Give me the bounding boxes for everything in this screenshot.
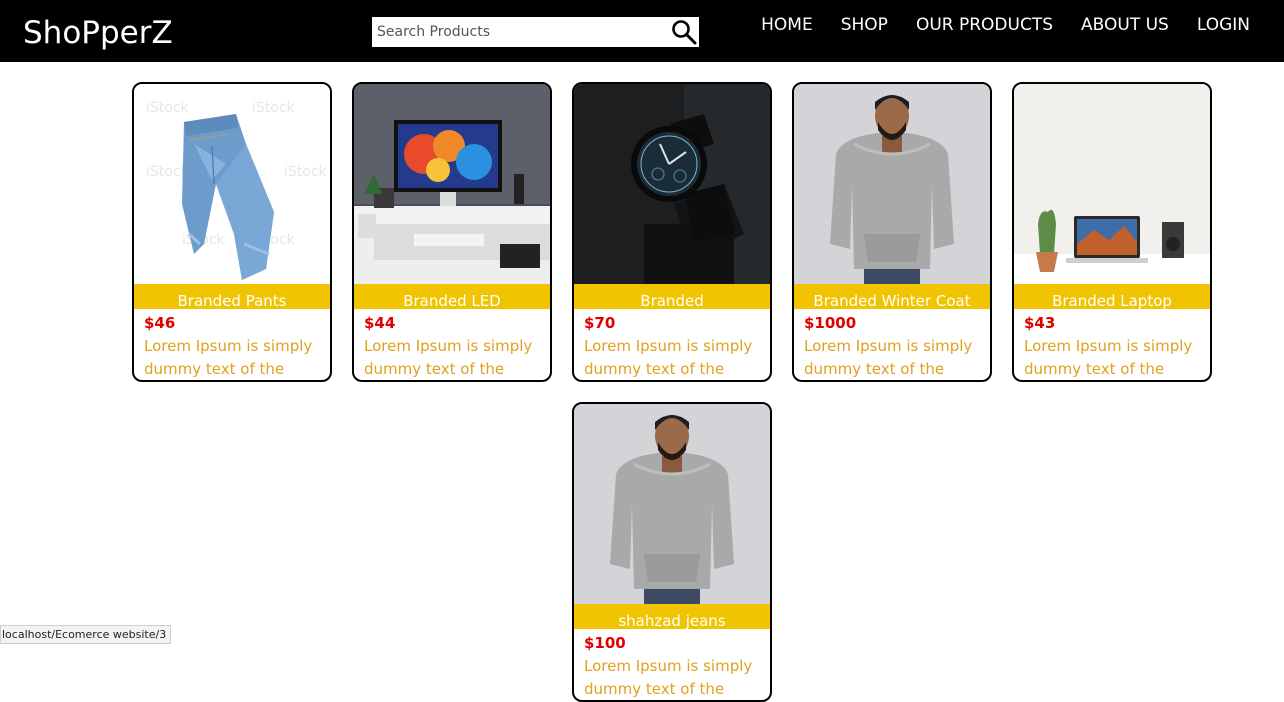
monitor-desk-image[interactable] xyxy=(354,84,550,284)
product-title: Branded Winter Coat xyxy=(794,284,990,309)
product-card[interactable]: Branded LED $44 Lorem Ipsum is simply du… xyxy=(352,82,552,382)
search-input[interactable] xyxy=(372,17,664,47)
product-description: Lorem Ipsum is simply dummy text of the xyxy=(1024,337,1193,378)
product-title: Branded Laptop xyxy=(1014,284,1210,309)
product-title: Branded Pants xyxy=(134,284,330,309)
product-description: Lorem Ipsum is simply dummy text of the xyxy=(584,337,753,378)
product-card[interactable]: Branded Winter Coat $1000 Lorem Ipsum is… xyxy=(792,82,992,382)
product-card[interactable]: iStockiStock iStockiStock iStockiStock B… xyxy=(132,82,332,382)
product-card[interactable]: Branded $70 Lorem Ipsum is simply dummy … xyxy=(572,82,772,382)
product-price: $44 xyxy=(364,314,396,332)
product-card[interactable]: Branded Laptop $43 Lorem Ipsum is simply… xyxy=(1012,82,1212,382)
product-price: $70 xyxy=(584,314,616,332)
nav-our-products[interactable]: OUR PRODUCTS xyxy=(916,14,1053,36)
navbar: ShoPperZ HOME SHOP OUR PRODUCTS ABOUT US… xyxy=(0,0,1284,62)
product-title: Branded xyxy=(574,284,770,309)
jeans-image[interactable]: iStockiStock iStockiStock iStockiStock xyxy=(134,84,330,284)
hoodie-man-image[interactable] xyxy=(574,404,770,604)
nav-shop[interactable]: SHOP xyxy=(841,14,888,36)
svg-text:iStock: iStock xyxy=(146,100,190,116)
product-price: $46 xyxy=(144,314,176,332)
svg-text:iStock: iStock xyxy=(284,164,328,180)
nav-about-us[interactable]: ABOUT US xyxy=(1081,14,1169,36)
hoodie-man-image[interactable] xyxy=(794,84,990,284)
product-description: Lorem Ipsum is simply dummy text of the xyxy=(804,337,973,378)
nav-links: HOME SHOP OUR PRODUCTS ABOUT US LOGIN xyxy=(733,14,1250,36)
nav-login[interactable]: LOGIN xyxy=(1197,14,1250,36)
brand-logo[interactable]: ShoPperZ xyxy=(23,14,173,52)
product-description: Lorem Ipsum is simply dummy text of the xyxy=(364,337,533,378)
search-icon[interactable] xyxy=(671,19,697,45)
watch-image[interactable] xyxy=(574,84,770,284)
product-title: Branded LED xyxy=(354,284,550,309)
product-description: Lorem Ipsum is simply dummy text of the xyxy=(144,337,313,378)
search-box xyxy=(372,17,699,47)
product-price: $43 xyxy=(1024,314,1056,332)
svg-text:iStock: iStock xyxy=(252,100,296,116)
laptop-desk-image[interactable] xyxy=(1014,84,1210,284)
product-description: Lorem Ipsum is simply dummy text of the xyxy=(584,657,753,698)
product-card[interactable]: shahzad jeans $100 Lorem Ipsum is simply… xyxy=(572,402,772,702)
nav-home[interactable]: HOME xyxy=(761,14,813,36)
browser-status-url: localhost/Ecomerce website/3 xyxy=(0,625,172,644)
product-price: $1000 xyxy=(804,314,857,332)
product-title: shahzad jeans xyxy=(574,604,770,629)
product-price: $100 xyxy=(584,634,626,652)
